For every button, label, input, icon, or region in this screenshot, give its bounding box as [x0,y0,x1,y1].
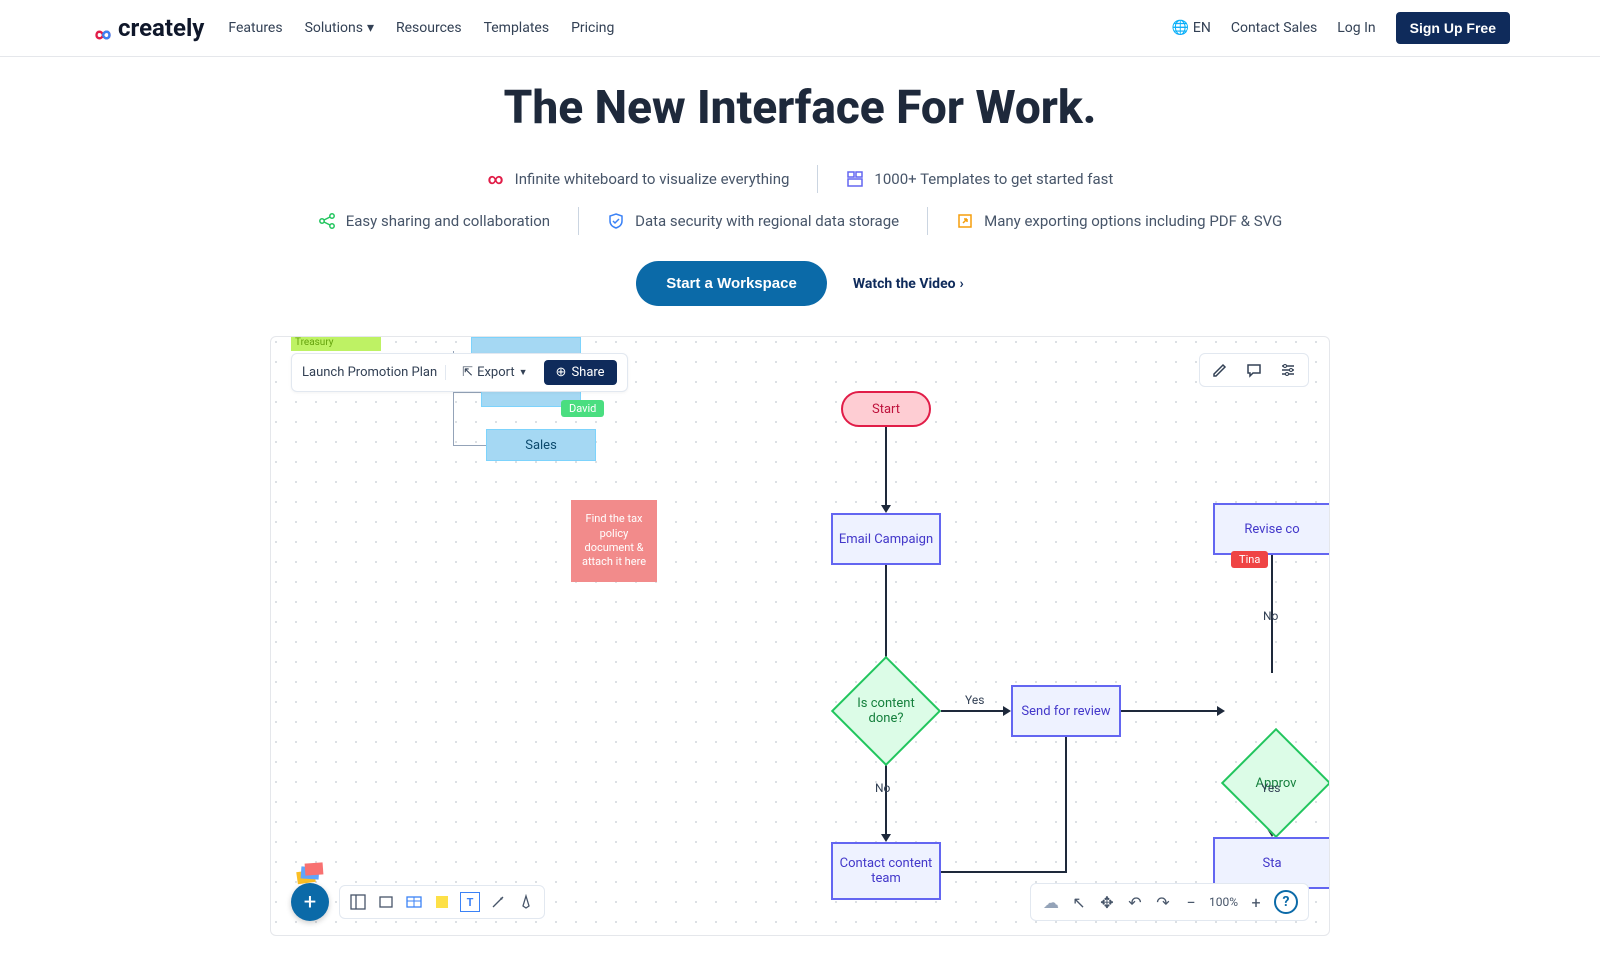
tool-table-icon[interactable] [404,892,424,912]
connector-line [453,445,486,446]
chevron-right-icon: › [960,276,964,292]
caret-down-icon: ▼ [519,367,528,378]
tool-pen-icon[interactable] [516,892,536,912]
nav-right: 🌐 EN Contact Sales Log In Sign Up Free [1171,12,1510,44]
zoom-in-icon[interactable]: + [1246,892,1266,912]
watch-video-link[interactable]: Watch the Video › [853,276,964,292]
nav-solutions[interactable]: Solutions▾ [305,20,374,36]
arrow-head-icon [881,505,891,513]
chevron-down-icon: ▾ [367,20,374,36]
undo-icon[interactable]: ↶ [1125,892,1145,912]
arrow-head-icon [881,834,891,842]
arrow [941,871,1067,873]
share-icon [318,212,336,230]
node-revise[interactable]: Revise co [1213,503,1330,555]
contact-sales-link[interactable]: Contact Sales [1231,20,1317,36]
treasury-tab: Treasury [291,337,381,351]
connector-line [453,392,481,393]
tool-palette: + T [291,883,545,921]
block-sales[interactable]: Sales [486,429,596,461]
tag-david: David [561,400,604,417]
main-header: creately Features Solutions▾ Resources T… [0,0,1600,57]
feature-row-1: ∞ Infinite whiteboard to visualize every… [20,165,1580,193]
globe-small-icon: ⊕ [556,365,567,380]
templates-icon [846,170,864,188]
hero-title: The New Interface For Work. [20,81,1580,135]
redo-icon[interactable]: ↷ [1153,892,1173,912]
brand-name: creately [118,14,204,42]
canvas-actions [1199,353,1309,387]
node-email-campaign[interactable]: Email Campaign [831,513,941,565]
arrow-head-icon [1217,706,1225,716]
infinity-logo-icon [90,20,114,36]
nav-features[interactable]: Features [228,20,282,36]
globe-icon: 🌐 [1171,20,1188,36]
edge-label-no2: No [1263,609,1278,623]
document-title[interactable]: Launch Promotion Plan [302,365,446,380]
export-icon [956,212,974,230]
edit-icon[interactable] [1210,360,1230,380]
feature-infinite: ∞ Infinite whiteboard to visualize every… [459,170,818,188]
arrow-head-icon [1003,706,1011,716]
nav-pricing[interactable]: Pricing [571,20,614,36]
edge-label-yes2: Yes [1261,781,1280,795]
sticky-note[interactable]: Find the tax policy document & attach it… [571,500,657,582]
edge-label-no: No [875,781,890,795]
language-selector[interactable]: 🌐 EN [1171,20,1210,36]
feature-export: Many exporting options including PDF & S… [928,212,1310,230]
arrow [1065,737,1067,871]
cloud-icon[interactable]: ☁ [1041,892,1061,912]
node-sta[interactable]: Sta [1213,837,1330,889]
feature-templates: 1000+ Templates to get started fast [818,170,1141,188]
nav-resources[interactable]: Resources [396,20,462,36]
signup-button[interactable]: Sign Up Free [1396,12,1510,44]
login-link[interactable]: Log In [1337,20,1375,36]
document-toolbar: Launch Promotion Plan ⇱ Export ▼ ⊕ Share [291,353,628,392]
help-button[interactable]: ? [1274,890,1298,914]
export-small-icon: ⇱ [462,365,473,380]
arrow [941,710,1007,712]
move-icon[interactable]: ✥ [1097,892,1117,912]
view-controls: ☁ ↖ ✥ ↶ ↷ − 100% + ? [1030,883,1309,921]
canvas-preview: Treasury Launch Promotion Plan ⇱ Export … [270,336,1330,936]
node-send-review[interactable]: Send for review [1011,685,1121,737]
main-nav: Features Solutions▾ Resources Templates … [228,20,614,36]
start-workspace-button[interactable]: Start a Workspace [636,261,827,306]
feature-security: Data security with regional data storage [579,212,927,230]
edge-label-yes: Yes [965,693,984,707]
shield-icon [607,212,625,230]
feature-row-2: Easy sharing and collaboration Data secu… [20,207,1580,235]
language-label: EN [1193,20,1211,36]
tool-text-icon[interactable]: T [460,892,480,912]
tool-rectangle-icon[interactable] [376,892,396,912]
settings-icon[interactable] [1278,360,1298,380]
canvas-grid [271,337,1329,935]
node-start[interactable]: Start [841,391,931,427]
tool-connector-icon[interactable] [488,892,508,912]
cursor-icon[interactable]: ↖ [1069,892,1089,912]
node-contact-team[interactable]: Contact content team [831,842,941,900]
add-button[interactable]: + [291,883,329,921]
node-is-content-done[interactable]: Is content done? [831,675,941,747]
tag-tina: Tina [1231,551,1268,568]
zoom-level: 100% [1209,895,1238,909]
brand-logo[interactable]: creately [90,14,204,42]
comment-icon[interactable] [1244,360,1264,380]
tool-sticky-icon[interactable] [432,892,452,912]
tool-container-icon[interactable] [348,892,368,912]
hero: The New Interface For Work. ∞ Infinite w… [0,57,1600,316]
shape-tools: T [339,885,545,919]
arrow [1121,710,1221,712]
arrow [885,565,887,670]
nav-templates[interactable]: Templates [484,20,550,36]
arrow [885,427,887,507]
feature-sharing: Easy sharing and collaboration [290,212,578,230]
export-button[interactable]: ⇱ Export ▼ [454,361,535,384]
infinity-icon: ∞ [487,170,505,188]
share-button[interactable]: ⊕ Share [544,360,617,385]
zoom-out-icon[interactable]: − [1181,892,1201,912]
cta-row: Start a Workspace Watch the Video › [20,261,1580,306]
